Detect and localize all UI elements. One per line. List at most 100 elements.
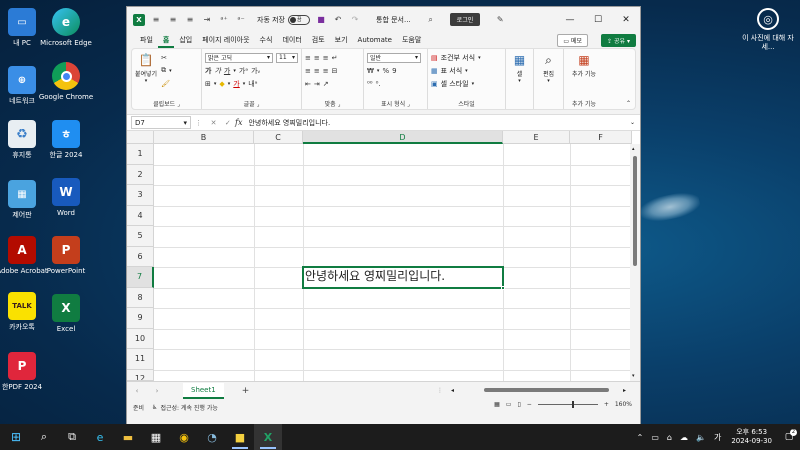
sheet-tab-sheet1[interactable]: Sheet1	[183, 382, 224, 399]
clock[interactable]: 오후 6:53 2024-09-30	[725, 428, 778, 446]
cells-button[interactable]: ▦ 셀 ▾	[509, 51, 530, 85]
normal-view-icon[interactable]: ▦	[494, 401, 500, 408]
column-header-c[interactable]: C	[254, 131, 303, 144]
scroll-right-icon[interactable]: ▸	[623, 387, 626, 394]
align-right-icon[interactable]: ≡	[184, 14, 196, 26]
horizontal-scroll-thumb[interactable]	[484, 388, 610, 392]
tab-home[interactable]: 홈	[157, 32, 175, 48]
font-name-select[interactable]: 맑은 고딕 ▾	[205, 52, 273, 63]
cloud-icon[interactable]: ☁	[676, 433, 692, 442]
align-left-icon[interactable]: ≡	[150, 14, 162, 26]
chevron-down-icon[interactable]: ▾	[243, 81, 246, 87]
tab-automate[interactable]: Automate	[353, 32, 397, 48]
document-title[interactable]: 통합 문서...	[376, 15, 411, 25]
tab-help[interactable]: 도움말	[397, 32, 426, 48]
tab-insert[interactable]: 삽입	[174, 32, 197, 48]
editing-button[interactable]: ⌕ 편집 ▾	[537, 51, 560, 85]
row-header-3[interactable]: 3	[127, 185, 154, 206]
memo-button[interactable]: ▭ 메모	[557, 34, 588, 47]
select-all-corner[interactable]	[127, 131, 154, 144]
accessibility-icon[interactable]: ♿	[152, 404, 157, 411]
row-header-6[interactable]: 6	[127, 246, 154, 267]
taskbar-app[interactable]: ◔	[198, 424, 226, 450]
chevron-down-icon[interactable]: ▾	[233, 68, 236, 74]
prev-sheet-icon[interactable]: ‹	[136, 387, 139, 395]
desktop-icon-excel[interactable]: X Excel	[36, 294, 96, 334]
active-cell-d7[interactable]: 안녕하세요 영찌밀리입니다.	[302, 266, 504, 289]
enter-icon[interactable]: ✓	[225, 119, 231, 127]
bold-icon[interactable]: 가	[205, 66, 211, 76]
chevron-down-icon[interactable]: ▾	[214, 81, 217, 87]
paste-button[interactable]: 📋 붙여넣기 ▾	[135, 51, 157, 90]
start-button[interactable]: ⊞	[2, 424, 30, 450]
minimize-icon[interactable]: —	[556, 7, 584, 32]
copy-icon[interactable]: ⧉	[161, 66, 166, 75]
addins-button[interactable]: ▦ 추가 기능	[567, 51, 601, 79]
autosave-control[interactable]: 자동 저장 끔	[257, 14, 310, 25]
row-header-1[interactable]: 1	[127, 144, 154, 165]
volume-icon[interactable]: 🔈	[692, 433, 710, 442]
chevron-up-icon[interactable]: ⌃	[633, 433, 648, 442]
font-color-icon[interactable]: 가	[233, 79, 239, 89]
zoom-slider[interactable]	[537, 401, 598, 408]
indent-icon[interactable]: ⇥	[201, 14, 213, 26]
login-button[interactable]: 로그인	[449, 13, 481, 26]
dialog-launcher-icon[interactable]: ⌟	[257, 101, 260, 108]
desktop-icon-powerpoint[interactable]: P PowerPoint	[36, 236, 96, 276]
column-header-b[interactable]: B	[154, 131, 254, 144]
taskbar-store[interactable]: ▦	[142, 424, 170, 450]
merge-icon[interactable]: ⊟	[332, 67, 338, 75]
collapse-ribbon-icon[interactable]: ⌃	[626, 100, 631, 107]
network-icon[interactable]: ⌂	[663, 433, 676, 442]
vertical-scroll-thumb[interactable]	[633, 156, 637, 266]
italic-icon[interactable]: 가	[214, 66, 220, 76]
decrease-indent-icon[interactable]: ⇤	[305, 80, 311, 88]
search-button[interactable]: ⌕	[30, 424, 58, 450]
desktop-icon-edge[interactable]: e Microsoft Edge	[36, 8, 96, 48]
accessibility-status[interactable]: 접근성: 계속 진행 가능	[160, 403, 217, 412]
save-icon[interactable]: ■	[315, 14, 327, 26]
taskbar-file-explorer[interactable]: ▬	[114, 424, 142, 450]
desktop-icon-hanpdf[interactable]: P 한PDF 2024	[0, 352, 52, 392]
font-size-up-icon[interactable]: ᵃ⁺	[218, 14, 230, 26]
row-header-10[interactable]: 10	[127, 328, 154, 349]
column-header-e[interactable]: E	[503, 131, 570, 144]
undo-icon[interactable]: ↶	[332, 14, 344, 26]
decrease-decimal-icon[interactable]: ⁰.	[376, 80, 381, 88]
redo-icon[interactable]: ↷	[349, 14, 361, 26]
align-text-center-icon[interactable]: ≡	[314, 67, 320, 75]
taskbar-excel[interactable]: X	[254, 424, 282, 450]
border-icon[interactable]: ⊞	[205, 80, 211, 88]
row-header-7[interactable]: 7	[127, 267, 154, 288]
decrease-font-icon[interactable]: 가ᵥ	[251, 66, 260, 76]
scroll-left-icon[interactable]: ◂	[451, 387, 454, 394]
row-header-9[interactable]: 9	[127, 308, 154, 329]
row-header-12[interactable]: 12	[127, 369, 154, 381]
autosave-toggle[interactable]: 끔	[288, 14, 310, 25]
ime-indicator[interactable]: 가	[710, 432, 725, 443]
cut-icon[interactable]: ✂	[161, 54, 167, 62]
font-size-select[interactable]: 11 ▾	[276, 52, 298, 63]
battery-icon[interactable]: ▭	[647, 433, 663, 442]
row-header-2[interactable]: 2	[127, 164, 154, 185]
name-box[interactable]: D7 ▾	[131, 116, 191, 129]
scroll-down-icon[interactable]: ▾	[632, 373, 635, 379]
add-sheet-button[interactable]: +	[242, 386, 250, 396]
scroll-up-icon[interactable]: ▴	[632, 146, 635, 152]
desktop-icon-word[interactable]: W Word	[36, 178, 96, 218]
tab-page-layout[interactable]: 페이지 레이아웃	[197, 32, 254, 48]
phonetic-icon[interactable]: 내ᵃ	[248, 79, 257, 89]
comma-icon[interactable]: 9	[392, 67, 396, 75]
align-bottom-icon[interactable]: ≡	[323, 54, 329, 62]
next-sheet-icon[interactable]: ›	[156, 387, 159, 395]
close-icon[interactable]: ✕	[612, 7, 640, 32]
notification-button[interactable]: ▢ 2	[778, 424, 800, 450]
pen-icon[interactable]: ✎	[494, 14, 506, 26]
tab-review[interactable]: 검토	[307, 32, 330, 48]
desktop-icon-chrome[interactable]: Google Chrome	[36, 62, 96, 102]
conditional-format-button[interactable]: ▤ 조건부 서식 ▾	[431, 51, 502, 64]
format-as-table-button[interactable]: ▦ 표 서식 ▾	[431, 64, 502, 77]
row-header-11[interactable]: 11	[127, 349, 154, 370]
vertical-scrollbar[interactable]: ▴ ▾	[630, 144, 640, 381]
fill-handle[interactable]	[501, 286, 505, 290]
